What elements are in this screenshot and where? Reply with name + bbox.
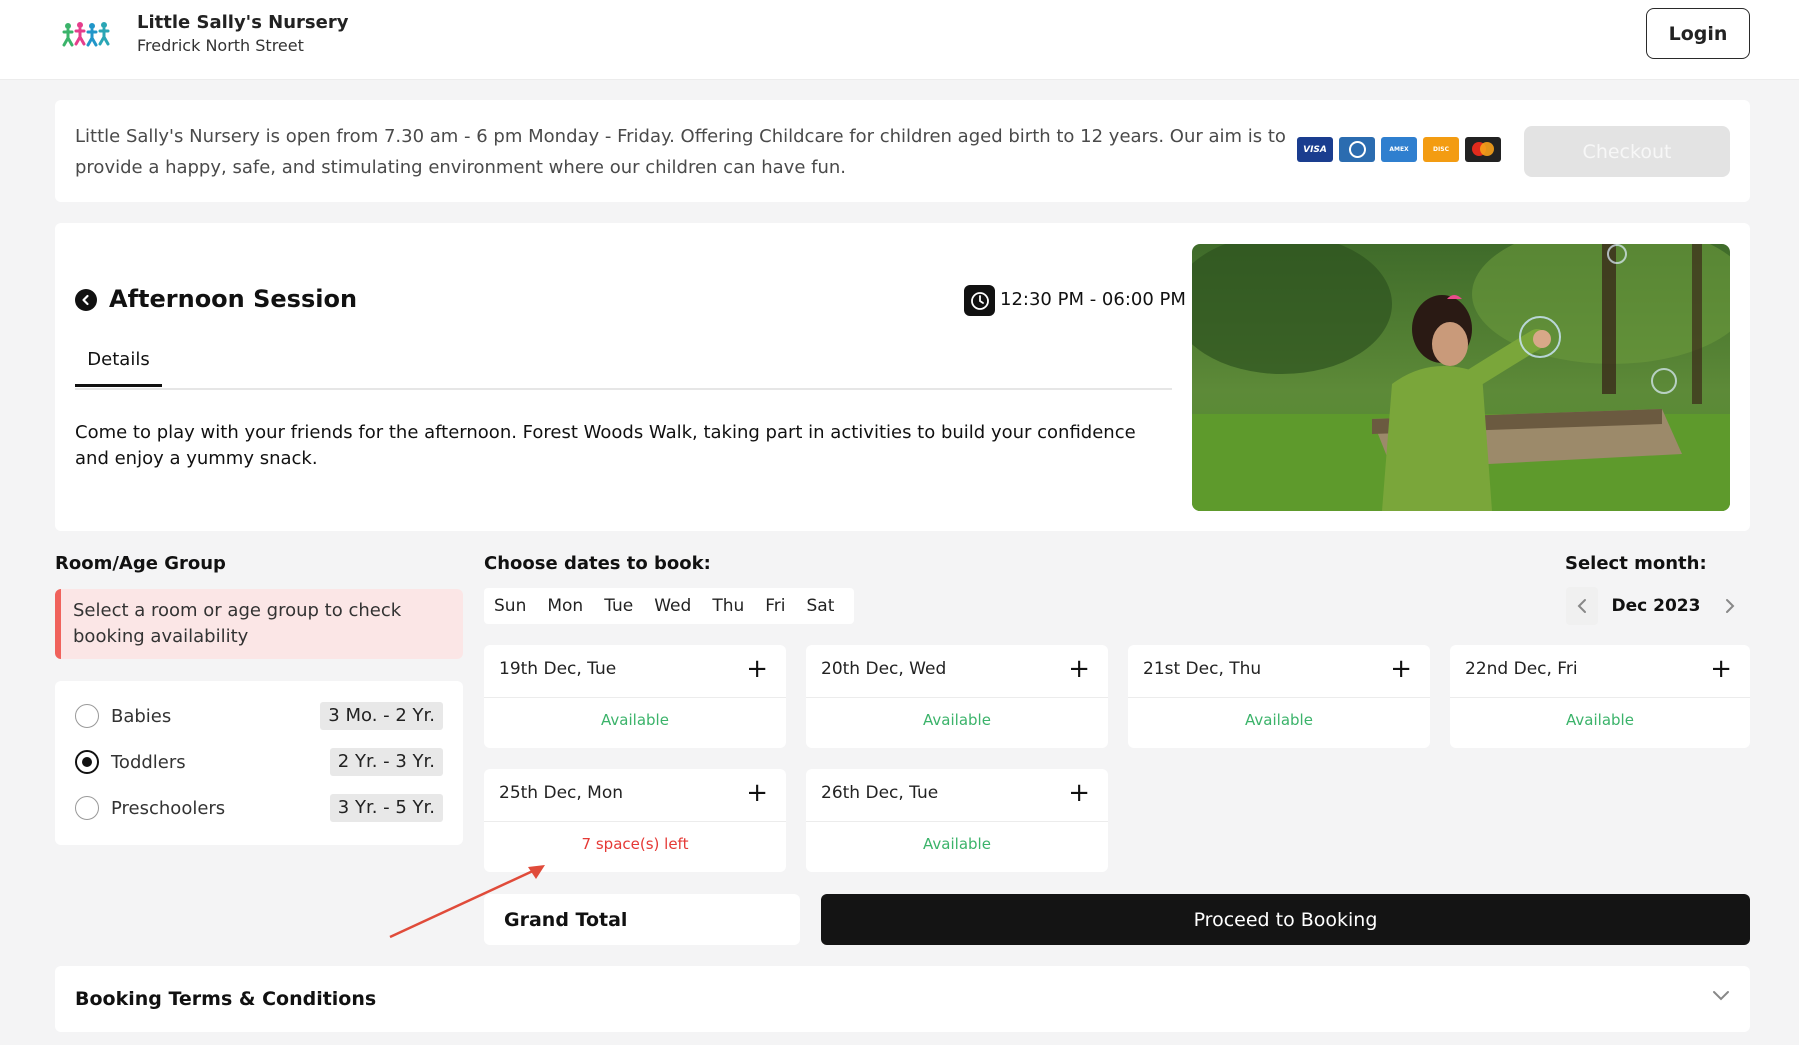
availability-status: Available bbox=[1245, 711, 1313, 729]
age-range-badge: 3 Mo. - 2 Yr. bbox=[320, 702, 443, 730]
weekday-wed[interactable]: Wed bbox=[654, 596, 691, 616]
nursery-description: Little Sally's Nursery is open from 7.30… bbox=[75, 126, 1286, 178]
chevron-right-icon bbox=[1725, 599, 1735, 613]
availability-status: 7 space(s) left bbox=[581, 835, 689, 853]
weekday-filter: Sun Mon Tue Wed Thu Fri Sat bbox=[484, 588, 854, 624]
session-time: 12:30 PM - 06:00 PM bbox=[1000, 289, 1186, 310]
availability-status: Available bbox=[1566, 711, 1634, 729]
grand-total: Grand Total bbox=[484, 894, 800, 945]
weekday-sat[interactable]: Sat bbox=[807, 596, 835, 616]
availability-status: Available bbox=[601, 711, 669, 729]
discover-icon: DISC bbox=[1423, 137, 1459, 162]
nursery-logo-icon bbox=[62, 22, 110, 47]
divider bbox=[1450, 697, 1750, 698]
date-card[interactable]: 19th Dec, Tue + Available bbox=[484, 645, 786, 748]
back-arrow-icon[interactable] bbox=[75, 289, 97, 311]
amex-icon: AMEX bbox=[1381, 137, 1417, 162]
month-selector: Dec 2023 bbox=[1566, 587, 1746, 625]
plus-icon[interactable]: + bbox=[1710, 655, 1732, 683]
site-header: Little Sally's Nursery Fredrick North St… bbox=[0, 0, 1799, 80]
mastercard-icon bbox=[1465, 137, 1501, 162]
date-card[interactable]: 25th Dec, Mon + 7 space(s) left bbox=[484, 769, 786, 872]
date-card[interactable]: 22nd Dec, Fri + Available bbox=[1450, 645, 1750, 748]
room-option-preschoolers[interactable]: Preschoolers 3 Yr. - 5 Yr. bbox=[75, 792, 443, 822]
dates-heading: Choose dates to book: bbox=[484, 553, 711, 574]
age-range-badge: 3 Yr. - 5 Yr. bbox=[329, 794, 443, 822]
weekday-sun[interactable]: Sun bbox=[494, 596, 526, 616]
room-label: Preschoolers bbox=[111, 798, 226, 819]
next-month-button[interactable] bbox=[1714, 587, 1746, 625]
chevron-left-icon bbox=[1577, 599, 1586, 613]
room-alert: Select a room or age group to check book… bbox=[55, 589, 463, 659]
weekday-mon[interactable]: Mon bbox=[547, 596, 583, 616]
clock-icon bbox=[964, 285, 995, 316]
room-heading: Room/Age Group bbox=[55, 553, 226, 574]
divider bbox=[806, 821, 1108, 822]
room-option-babies[interactable]: Babies 3 Mo. - 2 Yr. bbox=[75, 700, 443, 730]
room-label: Babies bbox=[111, 706, 172, 727]
chevron-down-icon bbox=[1713, 991, 1729, 1001]
date-label: 21st Dec, Thu bbox=[1143, 659, 1262, 679]
divider bbox=[484, 821, 786, 822]
availability-status: Available bbox=[923, 711, 991, 729]
session-card: Afternoon Session 12:30 PM - 06:00 PM De… bbox=[55, 223, 1750, 531]
session-title: Afternoon Session bbox=[109, 285, 358, 313]
plus-icon[interactable]: + bbox=[746, 779, 768, 807]
room-label: Toddlers bbox=[111, 752, 186, 773]
divider bbox=[806, 697, 1108, 698]
radio-button[interactable] bbox=[75, 796, 99, 820]
plus-icon[interactable]: + bbox=[1068, 655, 1090, 683]
weekday-fri[interactable]: Fri bbox=[765, 596, 785, 616]
terms-title: Booking Terms & Conditions bbox=[75, 988, 377, 1010]
login-button[interactable]: Login bbox=[1646, 8, 1750, 59]
date-card[interactable]: 20th Dec, Wed + Available bbox=[806, 645, 1108, 748]
date-card[interactable]: 26th Dec, Tue + Available bbox=[806, 769, 1108, 872]
plus-icon[interactable]: + bbox=[746, 655, 768, 683]
current-month: Dec 2023 bbox=[1611, 596, 1701, 616]
plus-icon[interactable]: + bbox=[1390, 655, 1412, 683]
nursery-info-card: Little Sally's Nursery is open from 7.30… bbox=[55, 100, 1750, 202]
date-label: 22nd Dec, Fri bbox=[1465, 659, 1578, 679]
visa-icon: VISA bbox=[1297, 137, 1333, 162]
date-label: 25th Dec, Mon bbox=[499, 783, 624, 803]
age-range-badge: 2 Yr. - 3 Yr. bbox=[329, 748, 443, 776]
divider bbox=[484, 697, 786, 698]
date-card[interactable]: 21st Dec, Thu + Available bbox=[1128, 645, 1430, 748]
availability-status: Available bbox=[923, 835, 991, 853]
brand-name: Little Sally's Nursery bbox=[137, 12, 349, 33]
room-list: Babies 3 Mo. - 2 Yr. Toddlers 2 Yr. - 3 … bbox=[55, 681, 463, 845]
session-photo bbox=[1192, 244, 1730, 511]
plus-icon[interactable]: + bbox=[1068, 779, 1090, 807]
checkout-button[interactable]: Checkout bbox=[1524, 126, 1730, 177]
weekday-tue[interactable]: Tue bbox=[604, 596, 633, 616]
divider bbox=[1128, 697, 1430, 698]
diners-icon bbox=[1339, 137, 1375, 162]
date-label: 26th Dec, Tue bbox=[821, 783, 939, 803]
proceed-to-booking-button[interactable]: Proceed to Booking bbox=[821, 894, 1750, 945]
session-description: Come to play with your friends for the a… bbox=[75, 422, 1136, 469]
tab-divider bbox=[75, 388, 1172, 390]
brand-location: Fredrick North Street bbox=[137, 36, 304, 55]
radio-button-selected[interactable] bbox=[75, 750, 99, 774]
tab-details[interactable]: Details bbox=[75, 349, 162, 387]
payment-methods: VISA AMEX DISC bbox=[1297, 137, 1501, 162]
room-option-toddlers[interactable]: Toddlers 2 Yr. - 3 Yr. bbox=[75, 746, 443, 776]
booking-terms-accordion[interactable]: Booking Terms & Conditions bbox=[55, 966, 1750, 1032]
date-label: 19th Dec, Tue bbox=[499, 659, 617, 679]
date-label: 20th Dec, Wed bbox=[821, 659, 947, 679]
month-heading: Select month: bbox=[1565, 553, 1707, 574]
prev-month-button[interactable] bbox=[1566, 587, 1598, 625]
radio-button[interactable] bbox=[75, 704, 99, 728]
weekday-thu[interactable]: Thu bbox=[712, 596, 744, 616]
